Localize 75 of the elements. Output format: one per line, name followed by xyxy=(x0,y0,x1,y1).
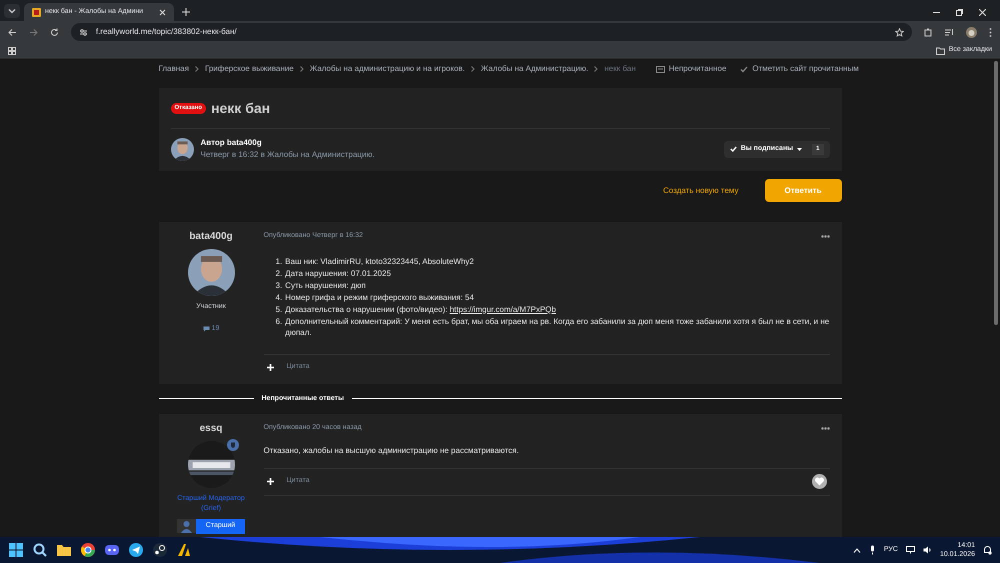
folder-icon xyxy=(936,46,945,54)
search-icon[interactable] xyxy=(32,542,48,558)
list-number: 6. xyxy=(276,316,282,328)
inbox-icon xyxy=(656,66,665,72)
topic-title: некк бан xyxy=(211,99,270,118)
breadcrumb-link[interactable]: Главная xyxy=(158,63,189,75)
list-number: 5. xyxy=(276,304,282,314)
post-author-name[interactable]: essq xyxy=(200,421,222,436)
topic-meta: Четверг в 16:32 в Жалобы на Администрацию. xyxy=(200,149,375,161)
create-topic-link[interactable]: Создать новую тему xyxy=(663,184,738,196)
back-icon[interactable] xyxy=(8,28,17,36)
breadcrumb-link[interactable]: Гриферское выживание xyxy=(204,63,294,75)
star-icon[interactable] xyxy=(895,28,904,36)
list-number: 1. xyxy=(276,256,282,266)
address-bar[interactable]: f.reallyworld.me/topic/383802-некк-бан/ xyxy=(70,23,912,41)
post-body: Отказано, жалобы на высшую администрацию не рассматриваются. xyxy=(264,444,520,456)
restore-icon[interactable] xyxy=(956,9,963,16)
list-item-text: Суть нарушения: дюп xyxy=(285,280,366,290)
list-number: 2. xyxy=(276,268,282,278)
chevron-right-icon xyxy=(594,66,598,72)
breadcrumb-link[interactable]: некк бан xyxy=(604,63,636,75)
url-text: f.reallyworld.me/topic/383802-некк-бан/ xyxy=(96,26,238,38)
volume-icon[interactable] xyxy=(922,546,932,554)
author-name: Автор bata400g xyxy=(200,137,263,149)
chevron-right-icon xyxy=(470,66,475,72)
page-action-link[interactable]: Отметить сайт прочитанным xyxy=(740,63,859,75)
plus-icon[interactable] xyxy=(266,478,274,485)
chevron-up-icon[interactable] xyxy=(852,548,861,552)
menu-icon[interactable] xyxy=(989,28,992,36)
close-icon[interactable] xyxy=(979,9,986,16)
comment-icon xyxy=(202,326,210,332)
extensions-icon[interactable] xyxy=(924,28,934,36)
profile-avatar-icon[interactable] xyxy=(966,26,978,38)
minimize-icon[interactable] xyxy=(933,9,940,16)
list-number: 4. xyxy=(276,292,282,302)
site-settings-icon[interactable] xyxy=(78,28,88,36)
notification-bell-icon[interactable] xyxy=(983,545,992,555)
moderator-shield-icon xyxy=(226,439,238,451)
more-options-icon[interactable] xyxy=(820,234,830,238)
media-icon[interactable] xyxy=(945,28,954,36)
send-icon[interactable] xyxy=(128,542,144,558)
check-icon xyxy=(740,66,748,72)
forward-icon[interactable] xyxy=(28,28,38,36)
list-item-text: Ваш ник: VladimirRU, ktoto32323445, AbsoluteWhy2 xyxy=(285,256,474,266)
launcher-icon[interactable] xyxy=(176,542,192,558)
list-item-text: Дата нарушения: 07.01.2025 xyxy=(285,268,391,278)
apps-icon[interactable] xyxy=(8,46,16,54)
list-item-text: Доказательства о нарушении (фото/видео): https://imgur.com/a/M7PxPQb xyxy=(285,304,556,314)
tab-list-button[interactable] xyxy=(4,4,20,18)
chevron-right-icon xyxy=(194,66,199,72)
close-icon[interactable] xyxy=(159,8,166,16)
plus-icon[interactable] xyxy=(266,364,274,371)
network-icon[interactable] xyxy=(906,546,915,554)
browser-icon[interactable] xyxy=(80,542,96,558)
microphone-icon[interactable] xyxy=(868,545,876,555)
breadcrumb-link[interactable]: Жалобы на Администрацию. xyxy=(480,63,588,75)
evidence-link[interactable]: https://imgur.com/a/M7PxPQb xyxy=(450,304,556,314)
favicon-icon xyxy=(32,8,41,16)
reload-icon[interactable] xyxy=(50,28,59,36)
check-icon xyxy=(730,146,737,152)
post-author-name[interactable]: bata400g xyxy=(189,229,233,244)
more-options-icon[interactable] xyxy=(820,426,830,430)
list-item-text: Дополнительный комментарий: У меня есть брат, мы оба играем на рв. Когда его забанили за дюп меня тоже забанили хотя я был не в сети, и не дюпал. xyxy=(285,316,830,338)
breadcrumb-link[interactable]: Жалобы на администрацию и на игроков. xyxy=(310,63,465,75)
folder-icon[interactable] xyxy=(56,542,72,558)
user-icon xyxy=(176,519,196,534)
list-number: 3. xyxy=(276,280,282,290)
chat-icon[interactable] xyxy=(104,542,120,558)
new-tab-icon[interactable] xyxy=(182,8,190,16)
chevron-down-icon xyxy=(8,7,16,15)
caret-icon xyxy=(797,148,802,150)
windows-start-icon[interactable] xyxy=(8,542,24,558)
list-item-text: Номер грифа и режим гриферского выживания: 54 xyxy=(285,292,474,302)
page-action-link[interactable]: Непрочитанное xyxy=(656,63,726,75)
chevron-right-icon xyxy=(300,66,304,72)
